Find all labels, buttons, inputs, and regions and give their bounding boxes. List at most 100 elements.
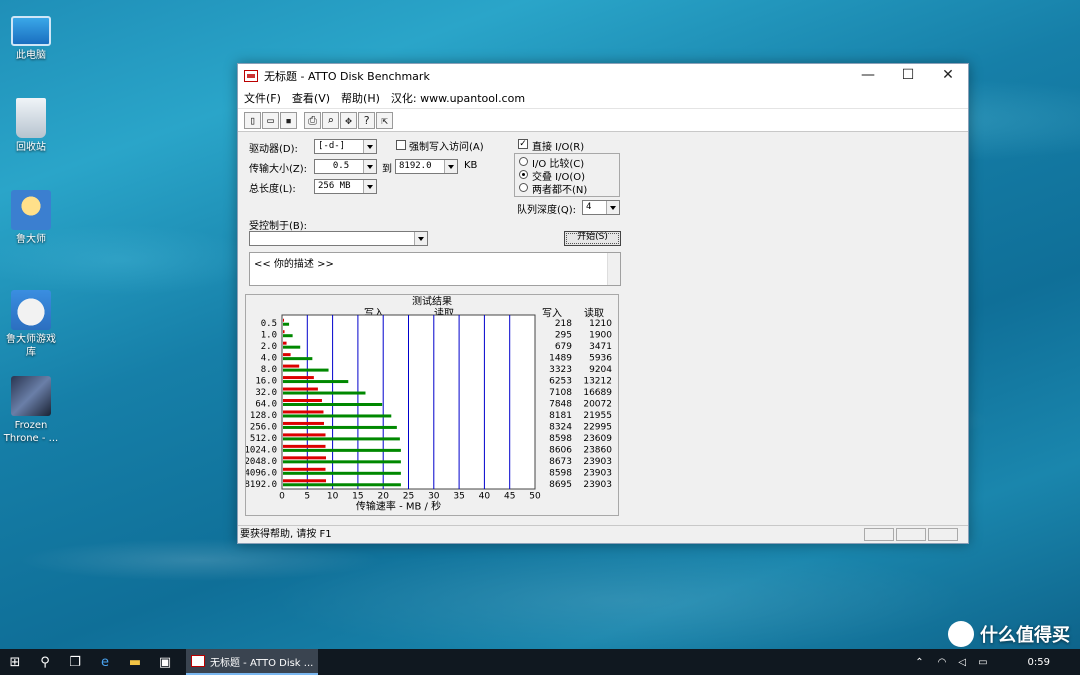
title-bar[interactable]: 无标题 - ATTO Disk Benchmark — ☐ ✕ [238, 64, 968, 88]
io-compare-radio[interactable] [519, 157, 528, 166]
read-value: 23860 [583, 445, 612, 455]
table-header: 写入 [542, 307, 562, 319]
chevron-up-icon[interactable]: ⌃ [915, 657, 923, 668]
drive-select[interactable]: [-d-] [314, 139, 377, 154]
read-value: 23903 [583, 468, 612, 478]
write-value: 6253 [549, 377, 572, 387]
client-area: 驱动器(D): [-d-] 强制写入访问(A) 传输大小(Z): 0.5 到 8… [238, 134, 968, 525]
read-value: 21955 [583, 411, 612, 421]
search-icon[interactable]: ⚲ [30, 649, 60, 675]
minimize-button[interactable]: — [848, 64, 888, 88]
read-value: 23903 [583, 457, 612, 467]
read-bar [283, 414, 392, 418]
category-label: 16.0 [255, 377, 277, 387]
results-chart: 测试结果写入 读取 写入 读取0 5 10 15 20 25 30 35 40 45 50传输速率 - M… [244, 294, 612, 512]
write-value: 679 [555, 342, 572, 352]
computer-icon [11, 16, 51, 46]
save-icon[interactable]: ▪ [280, 111, 297, 129]
clock[interactable]: 0:59 [1028, 657, 1050, 668]
description-scrollbar[interactable] [607, 253, 620, 285]
status-bar: 要获得帮助, 请按 F1 [238, 525, 968, 543]
queue-depth-label: 队列深度(Q): [517, 205, 577, 216]
new-file-icon[interactable]: ▯ [244, 111, 261, 129]
read-value: 3471 [589, 342, 612, 352]
start-menu-icon[interactable]: ⊞ [0, 649, 30, 675]
total-length-label: 总长度(L): [249, 184, 296, 195]
transfer-size-from-select[interactable]: 0.5 [314, 159, 377, 174]
frozen-throne-icon [11, 376, 51, 416]
category-label: 4096.0 [246, 468, 277, 478]
write-value: 8695 [549, 480, 572, 490]
write-value: 8324 [549, 422, 572, 432]
desktop-icon-game-library[interactable]: 鲁大师游戏库 [2, 290, 60, 359]
network-icon[interactable]: ◠ [938, 657, 947, 668]
menu-bar: 文件(F) 查看(V) 帮助(H) 汉化: www.upantool.com [238, 88, 968, 108]
toolbar: ▯ ▭ ▪ ⎙ ⌕ ✥ ? ⇱ [238, 108, 968, 132]
menu-view[interactable]: 查看(V) [292, 90, 330, 106]
category-label: 0.5 [261, 319, 277, 329]
write-value: 8673 [549, 457, 572, 467]
x-tick-label: 45 [504, 492, 515, 502]
start-button[interactable]: 开始(S) [564, 231, 621, 246]
store-icon[interactable]: ▣ [150, 649, 180, 675]
desktop-icon-frozen-throne[interactable]: Frozen Throne - ... [2, 376, 60, 445]
total-length-select[interactable]: 256 MB [314, 179, 377, 194]
write-value: 8598 [549, 434, 572, 444]
menu-help[interactable]: 帮助(H) [341, 90, 380, 106]
close-button[interactable]: ✕ [928, 64, 968, 88]
transfer-size-to-select[interactable]: 8192.0 [395, 159, 458, 174]
category-label: 1024.0 [246, 445, 277, 455]
x-axis-label: 传输速率 - MB / 秒 [356, 499, 441, 512]
description-field[interactable]: << 你的描述 >> [249, 252, 621, 286]
open-folder-icon[interactable]: ▭ [262, 111, 279, 129]
overlap-io-radio[interactable] [519, 170, 528, 179]
read-bar [283, 368, 329, 372]
write-bar [283, 376, 314, 380]
category-label: 512.0 [250, 434, 277, 444]
write-value: 8606 [549, 445, 572, 455]
force-write-checkbox[interactable] [396, 140, 406, 150]
to-label: 到 [382, 164, 392, 175]
menu-localization[interactable]: 汉化: www.upantool.com [391, 90, 525, 106]
file-explorer-icon[interactable]: ▬ [120, 649, 150, 675]
x-tick-label: 25 [403, 492, 414, 502]
menu-file[interactable]: 文件(F) [244, 90, 281, 106]
print-icon[interactable]: ⎙ [304, 111, 321, 129]
help-icon[interactable]: ? [358, 111, 375, 129]
write-bar [283, 353, 291, 357]
category-label: 8.0 [261, 365, 277, 375]
neither-radio[interactable] [519, 183, 528, 192]
direct-io-checkbox[interactable]: ✓ [518, 139, 528, 149]
print-preview-icon[interactable]: ⌕ [322, 111, 339, 129]
desktop-icon-recycle-bin[interactable]: 回收站 [2, 98, 60, 154]
x-tick-label: 5 [304, 492, 310, 502]
window-title: 无标题 - ATTO Disk Benchmark [264, 70, 430, 83]
controlled-by-select[interactable] [249, 231, 428, 246]
keyboard-icon[interactable]: ▭ [978, 657, 987, 668]
write-bar [283, 330, 285, 334]
write-value: 7848 [549, 400, 572, 410]
read-bar [283, 471, 401, 475]
taskbar-atto-window[interactable]: 无标题 - ATTO Disk ... [186, 649, 318, 675]
read-bar [283, 483, 401, 487]
system-tray: ⌃ ◠ ◁ ▭ 0:59 [915, 649, 1080, 675]
maximize-button[interactable]: ☐ [888, 64, 928, 88]
task-view-icon[interactable]: ❐ [60, 649, 90, 675]
queue-depth-select[interactable]: 4 [582, 200, 620, 215]
status-pane [896, 528, 926, 541]
context-help-icon[interactable]: ⇱ [376, 111, 393, 129]
desktop-icon-this-pc[interactable]: 此电脑 [2, 8, 60, 62]
watermark-logo-icon [948, 621, 974, 647]
read-value: 1900 [589, 331, 612, 341]
read-value: 16689 [583, 388, 612, 398]
app-icon [191, 655, 205, 667]
move-icon[interactable]: ✥ [340, 111, 357, 129]
desktop-icon-ludashi[interactable]: 鲁大师 [2, 190, 60, 246]
read-value: 13212 [583, 377, 612, 387]
write-bar [283, 410, 324, 414]
write-value: 8181 [549, 411, 572, 421]
volume-icon[interactable]: ◁ [958, 657, 966, 668]
x-tick-label: 20 [377, 492, 389, 502]
atto-window: 无标题 - ATTO Disk Benchmark — ☐ ✕ 文件(F) 查看… [237, 63, 969, 544]
edge-browser-icon[interactable]: e [90, 649, 120, 675]
